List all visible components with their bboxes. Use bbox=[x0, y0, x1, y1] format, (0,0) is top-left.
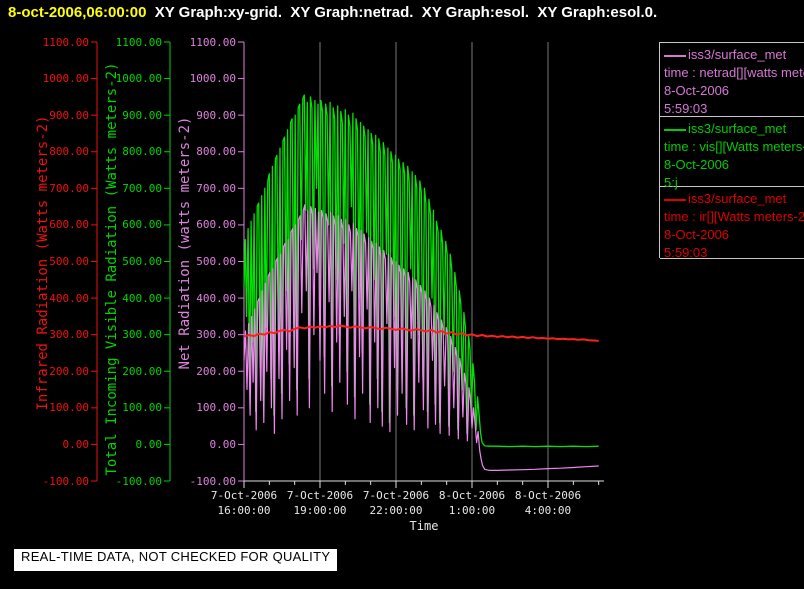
legend-date-label: 8-Oct-2006 bbox=[664, 83, 730, 98]
legend-source-line: iss3/surface_met bbox=[664, 190, 804, 208]
legend-line-sample bbox=[664, 198, 686, 201]
legend-source-label: iss3/surface_met bbox=[688, 121, 787, 136]
legend-source-label: iss3/surface_met bbox=[688, 191, 787, 206]
legend-entry-netrad: iss3/surface_mettime : netrad[][watts me… bbox=[664, 46, 804, 118]
legend-date-label: 8-Oct-2006 bbox=[664, 227, 730, 242]
legend-entry-vis: iss3/surface_mettime : vis[][Watts meter… bbox=[664, 120, 804, 192]
legend-source-line: iss3/surface_met bbox=[664, 46, 804, 64]
legend-variable-label: time : ir[][Watts meters-2] bbox=[664, 209, 804, 224]
legend-time-label: 5:59:03 bbox=[664, 101, 708, 116]
legend-variable-label: time : vis[][Watts meters-2] bbox=[664, 139, 804, 154]
xy-graph-window: 8-oct-2006,06:00:00 XY Graph:xy-grid. XY… bbox=[0, 0, 804, 589]
legend-source-line: iss3/surface_met bbox=[664, 120, 804, 138]
legend: iss3/surface_mettime : netrad[][watts me… bbox=[659, 42, 804, 260]
legend-source-label: iss3/surface_met bbox=[688, 47, 787, 62]
realtime-data-notice: REAL-TIME DATA, NOT CHECKED FOR QUALITY bbox=[14, 549, 338, 571]
legend-entry-ir: iss3/surface_mettime : ir[][Watts meters… bbox=[664, 190, 804, 262]
legend-line-sample bbox=[664, 54, 686, 57]
legend-variable-label: time : netrad[][watts meters-2] bbox=[664, 65, 804, 80]
legend-date-label: 8-Oct-2006 bbox=[664, 157, 730, 172]
legend-separator bbox=[660, 42, 804, 43]
legend-line-sample bbox=[664, 128, 686, 131]
legend-time-label: 5:59:03 bbox=[664, 245, 708, 260]
